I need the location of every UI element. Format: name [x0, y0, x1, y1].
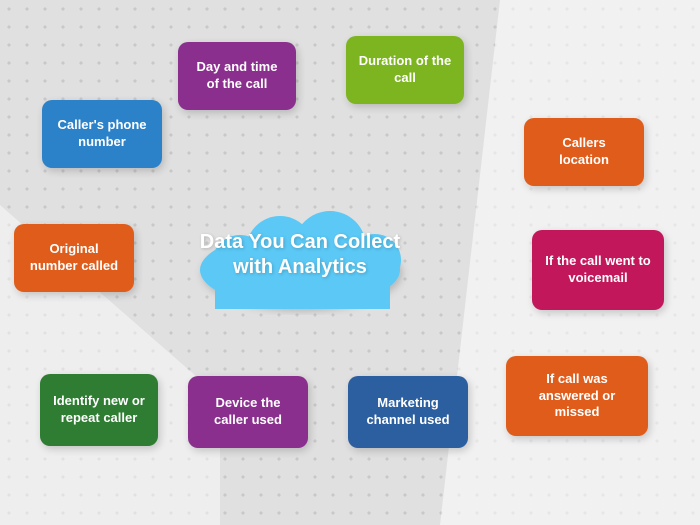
- if-call-went-voicemail-label: If the call went to voicemail: [544, 253, 652, 287]
- cloud-shape: Data You Can Collect with Analytics: [180, 195, 420, 315]
- identify-new-or-repeat-label: Identify new or repeat caller: [52, 393, 146, 427]
- marketing-channel-card: Marketing channel used: [348, 376, 468, 448]
- original-number-called-card: Original number called: [14, 224, 134, 292]
- if-call-answered-or-missed-label: If call was answered or missed: [518, 371, 636, 422]
- duration-of-call-card: Duration of the call: [346, 36, 464, 104]
- cloud-center: Data You Can Collect with Analytics: [175, 185, 425, 325]
- callers-location-label: Callers location: [536, 135, 632, 169]
- duration-of-call-label: Duration of the call: [358, 53, 452, 87]
- device-caller-used-card: Device the caller used: [188, 376, 308, 448]
- device-caller-used-label: Device the caller used: [200, 395, 296, 429]
- callers-phone-number-label: Caller's phone number: [54, 117, 150, 151]
- if-call-answered-or-missed-card: If call was answered or missed: [506, 356, 648, 436]
- marketing-channel-label: Marketing channel used: [360, 395, 456, 429]
- cloud-title: Data You Can Collect with Analytics: [180, 230, 420, 280]
- day-and-time-label: Day and time of the call: [190, 59, 284, 93]
- day-and-time-card: Day and time of the call: [178, 42, 296, 110]
- identify-new-or-repeat-card: Identify new or repeat caller: [40, 374, 158, 446]
- callers-phone-number-card: Caller's phone number: [42, 100, 162, 168]
- if-call-went-voicemail-card: If the call went to voicemail: [532, 230, 664, 310]
- original-number-called-label: Original number called: [26, 241, 122, 275]
- callers-location-card: Callers location: [524, 118, 644, 186]
